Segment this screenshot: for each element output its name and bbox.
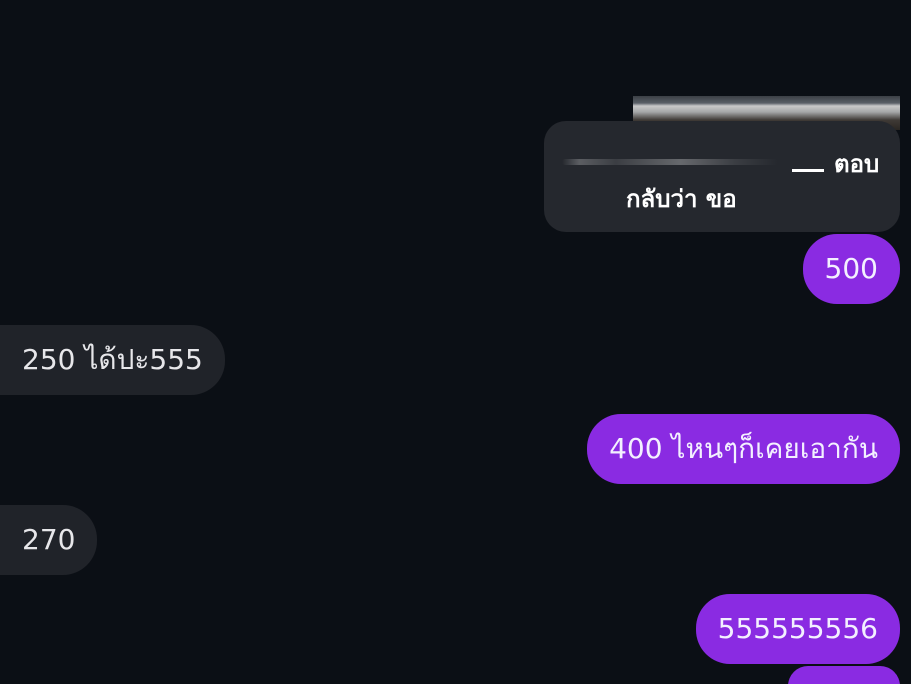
message-bubble-outgoing-partial[interactable] xyxy=(788,666,900,684)
redacted-text xyxy=(562,159,778,165)
message-bubble-outgoing[interactable]: 500 xyxy=(802,234,900,304)
message-text: 400 ไหนๆก็เคยเอากัน xyxy=(609,432,878,465)
message-text: 555555556 xyxy=(717,612,878,645)
reply-text-line1: ตอบ xyxy=(834,150,880,178)
message-bubble-outgoing[interactable]: 555555556 xyxy=(695,594,900,664)
message-bubble-incoming[interactable]: 250 ได้ปะ555 xyxy=(0,325,225,395)
reply-card: ตอบ กลับว่า ขอ xyxy=(544,121,900,232)
message-bubble-incoming[interactable]: 270 xyxy=(0,505,98,575)
message-text: 270 xyxy=(22,523,76,556)
message-text: 250 ได้ปะ555 xyxy=(22,343,203,376)
reply-text-line2: กลับว่า ขอ xyxy=(626,185,737,213)
story-reply-preview[interactable]: ตอบ กลับว่า ขอ xyxy=(544,96,900,232)
redacted-underline xyxy=(792,169,824,172)
message-text: 500 xyxy=(824,252,878,285)
message-bubble-outgoing[interactable]: 400 ไหนๆก็เคยเอากัน xyxy=(587,414,900,484)
chat-thread: ตอบ กลับว่า ขอ 500 250 ได้ปะ555 400 ไหนๆ… xyxy=(0,0,911,684)
